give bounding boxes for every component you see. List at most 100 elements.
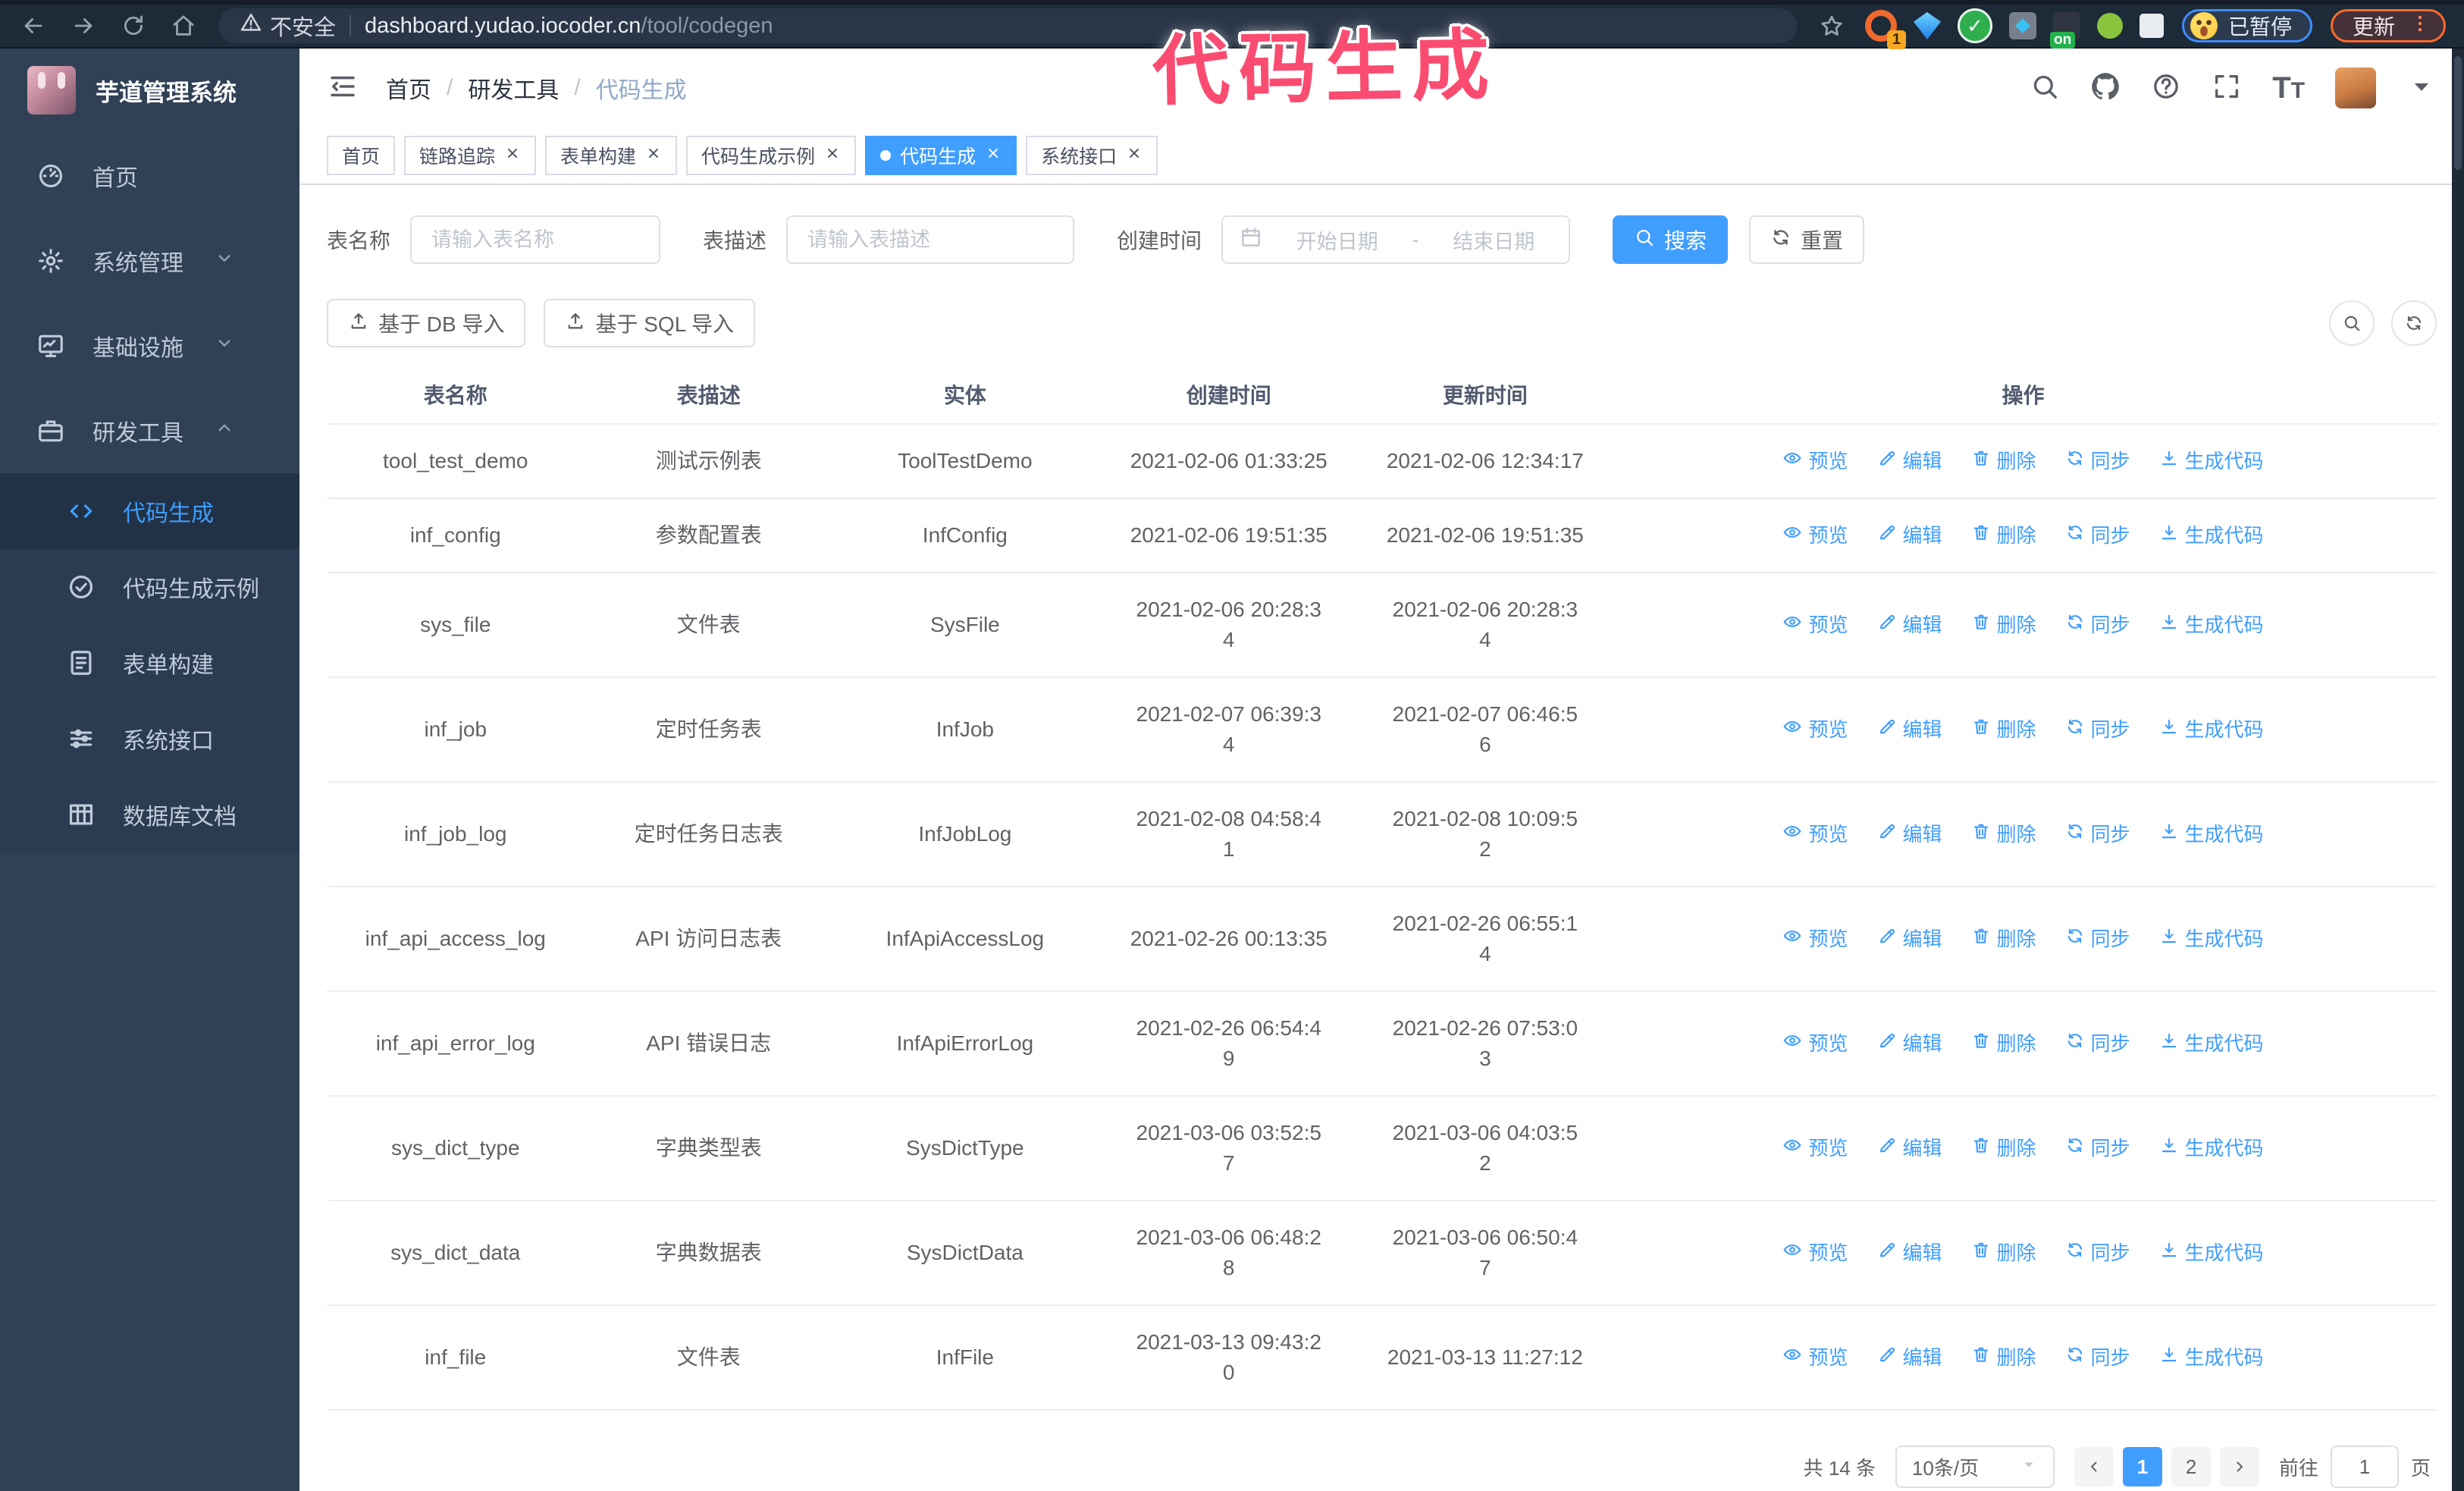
action-sync[interactable]: 同步 — [2065, 924, 2130, 954]
goto-page-input[interactable] — [2330, 1445, 2399, 1488]
table-row[interactable]: inf_api_error_log API 错误日志 InfApiErrorLog 2… — [327, 991, 2437, 1097]
action-sync[interactable]: 同步 — [2065, 520, 2130, 551]
extension-green-check[interactable]: ✓ — [1957, 8, 1992, 43]
action-preview[interactable]: 预览 — [1782, 520, 1848, 551]
action-sync[interactable]: 同步 — [2065, 610, 2130, 640]
close-icon[interactable] — [824, 145, 841, 167]
date-range-picker[interactable]: 开始日期 - 结束日期 — [1221, 215, 1571, 264]
action-delete[interactable]: 删除 — [1971, 819, 2036, 849]
table-row[interactable]: inf_job 定时任务表 InfJob 2021-02-07 06:39:3 4 20… — [327, 677, 2437, 783]
reset-button[interactable]: 重置 — [1749, 215, 1865, 264]
table-row[interactable]: inf_api_access_log API 访问日志表 InfApiAccessL… — [327, 887, 2437, 992]
action-delete[interactable]: 删除 — [1971, 520, 2036, 551]
sidebar-item-0[interactable]: 首页 — [0, 133, 299, 218]
action-preview[interactable]: 预览 — [1782, 1028, 1848, 1059]
action-generate-code[interactable]: 生成代码 — [2159, 520, 2264, 551]
action-preview[interactable]: 预览 — [1782, 714, 1848, 745]
extension-grid[interactable] — [2008, 12, 2036, 39]
table-row[interactable]: sys_dict_type 字典类型表 SysDictType 2021-03-06 … — [327, 1096, 2437, 1201]
action-generate-code[interactable]: 生成代码 — [2159, 610, 2264, 640]
extension-orange-ring[interactable]: 1 — [1864, 10, 1906, 49]
breadcrumb-home[interactable]: 首页 — [386, 71, 431, 105]
extension-blue-gem[interactable] — [1913, 12, 1941, 39]
action-generate-code[interactable]: 生成代码 — [2159, 714, 2264, 745]
page-size-select[interactable]: 10条/页 — [1895, 1445, 2055, 1488]
table-row[interactable]: sys_dict_data 字典数据表 SysDictData 2021-03-06 … — [327, 1201, 2437, 1306]
breadcrumb-dev-tools[interactable]: 研发工具 — [468, 71, 559, 105]
home-icon[interactable] — [168, 11, 199, 41]
tab-4[interactable]: 代码生成 — [865, 136, 1017, 175]
tab-5[interactable]: 系统接口 — [1026, 136, 1158, 175]
sidebar-subitem-2[interactable]: 表单构建 — [0, 625, 299, 701]
close-icon[interactable] — [645, 145, 662, 167]
table-row[interactable]: inf_config 参数配置表 InfConfig 2021-02-06 19:51… — [327, 498, 2437, 573]
paused-badge[interactable]: 已暂停 — [2181, 9, 2312, 42]
action-preview[interactable]: 预览 — [1782, 1133, 1848, 1163]
table-row[interactable]: sys_file 文件表 SysFile 2021-02-06 20:28:3 4 20… — [327, 573, 2437, 678]
action-preview[interactable]: 预览 — [1782, 446, 1848, 476]
security-warning[interactable]: 不安全 — [240, 10, 336, 42]
page-button-1[interactable]: 1 — [2122, 1447, 2162, 1486]
action-edit[interactable]: 编辑 — [1877, 819, 1942, 849]
table-name-input[interactable] — [410, 215, 661, 264]
action-edit[interactable]: 编辑 — [1877, 446, 1942, 476]
fullscreen-icon[interactable] — [2212, 71, 2242, 105]
scrollbar-thumb[interactable] — [2454, 56, 2462, 170]
action-delete[interactable]: 删除 — [1971, 446, 2036, 476]
page-button-2[interactable]: 2 — [2171, 1447, 2211, 1486]
user-avatar[interactable] — [2335, 67, 2376, 108]
sidebar-subitem-0[interactable]: 代码生成 — [0, 473, 299, 549]
action-preview[interactable]: 预览 — [1782, 610, 1848, 640]
update-button[interactable]: 更新 — [2330, 9, 2446, 42]
action-sync[interactable]: 同步 — [2065, 714, 2130, 745]
next-page-button[interactable] — [2219, 1447, 2259, 1486]
action-delete[interactable]: 删除 — [1971, 1028, 2036, 1059]
action-sync[interactable]: 同步 — [2065, 1028, 2130, 1059]
refresh-table-button[interactable] — [2391, 300, 2437, 346]
sidebar-item-1[interactable]: 系统管理 — [0, 218, 299, 303]
action-generate-code[interactable]: 生成代码 — [2159, 1342, 2264, 1373]
close-icon[interactable] — [985, 145, 1002, 167]
action-generate-code[interactable]: 生成代码 — [2159, 924, 2264, 954]
action-generate-code[interactable]: 生成代码 — [2159, 1028, 2264, 1059]
action-edit[interactable]: 编辑 — [1877, 924, 1942, 954]
action-delete[interactable]: 删除 — [1971, 1133, 2036, 1163]
action-preview[interactable]: 预览 — [1782, 924, 1848, 954]
table-row[interactable]: inf_file 文件表 InfFile 2021-03-13 09:43:2 0 20… — [327, 1305, 2437, 1411]
close-icon[interactable] — [504, 145, 521, 167]
logo-row[interactable]: 芋道管理系统 — [0, 49, 299, 132]
tab-2[interactable]: 表单构建 — [545, 136, 678, 175]
search-icon[interactable] — [2030, 71, 2060, 105]
action-generate-code[interactable]: 生成代码 — [2159, 1238, 2264, 1268]
action-edit[interactable]: 编辑 — [1877, 1028, 1942, 1059]
action-generate-code[interactable]: 生成代码 — [2159, 819, 2264, 849]
action-delete[interactable]: 删除 — [1971, 714, 2036, 745]
action-sync[interactable]: 同步 — [2065, 446, 2130, 476]
tab-1[interactable]: 链路追踪 — [404, 136, 537, 175]
import-sql-button[interactable]: 基于 SQL 导入 — [544, 299, 756, 347]
bookmark-star-icon[interactable] — [1817, 11, 1847, 41]
sidebar-subitem-3[interactable]: 系统接口 — [0, 701, 299, 777]
search-button[interactable]: 搜索 — [1613, 215, 1729, 264]
font-size-icon[interactable]: TT — [2272, 71, 2305, 105]
help-icon[interactable] — [2151, 71, 2181, 105]
action-edit[interactable]: 编辑 — [1877, 1133, 1942, 1163]
address-bar[interactable]: 不安全 dashboard.yudao.iocoder.cn/tool/code… — [218, 8, 1797, 43]
reload-icon[interactable] — [118, 11, 149, 41]
action-generate-code[interactable]: 生成代码 — [2159, 1133, 2264, 1163]
tab-0[interactable]: 首页 — [327, 136, 396, 175]
action-preview[interactable]: 预览 — [1782, 819, 1848, 849]
action-edit[interactable]: 编辑 — [1877, 1238, 1942, 1268]
prev-page-button[interactable] — [2074, 1447, 2114, 1486]
github-icon[interactable] — [2090, 71, 2121, 105]
sidebar-subitem-1[interactable]: 代码生成示例 — [0, 549, 299, 625]
sidebar-subitem-4[interactable]: 数据库文档 — [0, 777, 299, 852]
table-desc-input[interactable] — [786, 215, 1075, 264]
close-icon[interactable] — [1126, 145, 1143, 167]
more-vert-icon[interactable] — [2409, 12, 2431, 40]
table-row[interactable]: inf_job_log 定时任务日志表 InfJobLog 2021-02-08 04… — [327, 782, 2437, 887]
action-delete[interactable]: 删除 — [1971, 924, 2036, 954]
action-edit[interactable]: 编辑 — [1877, 714, 1942, 745]
caret-down-icon[interactable] — [2406, 71, 2437, 105]
tab-3[interactable]: 代码生成示例 — [686, 136, 857, 175]
